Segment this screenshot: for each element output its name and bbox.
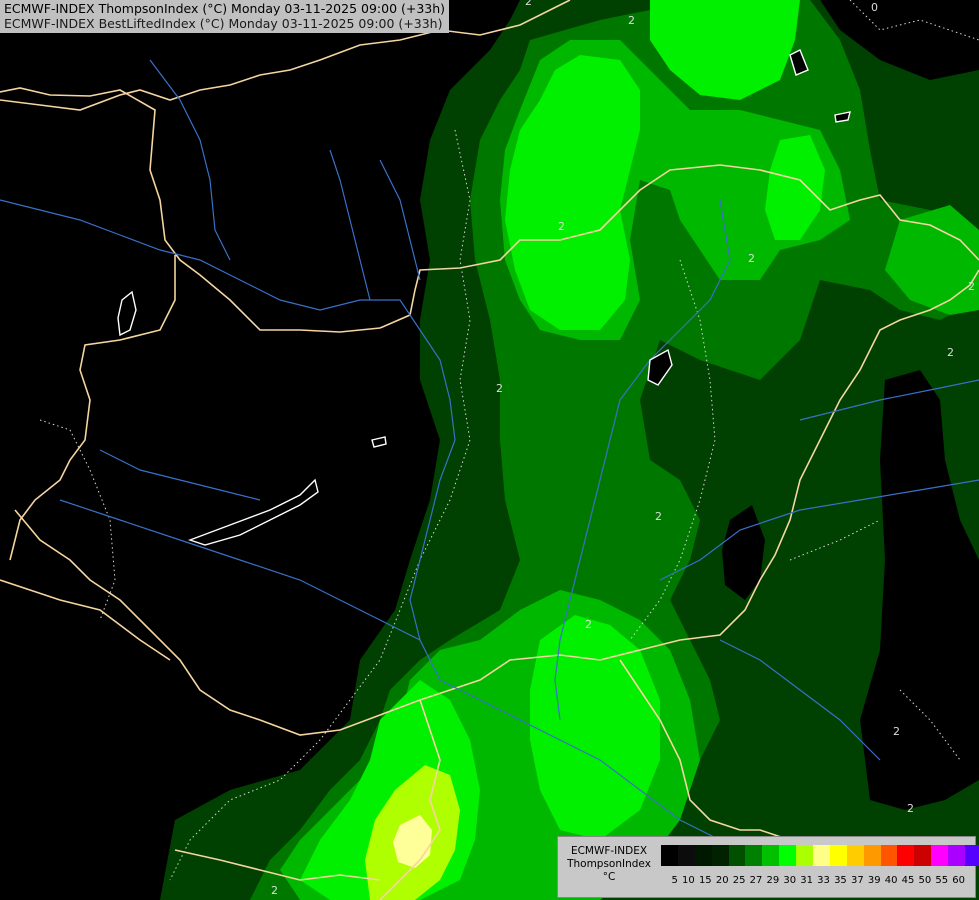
legend-swatch [813, 845, 830, 866]
contour-label: 2 [628, 14, 635, 27]
legend-swatch [880, 845, 898, 866]
legend-tick-label: 33 [817, 875, 830, 886]
contour-label: 0 [871, 1, 878, 14]
legend-unit: °C [602, 871, 616, 883]
legend-swatch [694, 845, 712, 866]
legend-tick-label: 25 [732, 875, 746, 886]
legend-swatch [728, 845, 746, 866]
legend-tick-label: 29 [766, 875, 780, 886]
legend-tick-label: 27 [749, 875, 763, 886]
legend-tick-label: 35 [834, 875, 847, 886]
legend-model: ECMWF-INDEX [570, 845, 648, 857]
map-title-bestlifted: ECMWF-INDEX BestLiftedIndex (°C) Monday … [4, 16, 443, 31]
weather-map: 0 2 2 2 2 2 2 2 2 2 2 2 2 [0, 0, 979, 900]
legend-swatch [762, 845, 780, 866]
legend-swatch [796, 845, 814, 866]
legend-tick-label: 20 [715, 875, 729, 886]
contour-label: 2 [947, 346, 954, 359]
contour-label: 2 [893, 725, 900, 738]
legend-index: ThompsonIndex [567, 858, 651, 870]
contour-label: 2 [907, 802, 914, 815]
contour-label: 2 [525, 0, 532, 8]
legend-swatch [677, 845, 695, 866]
legend-swatch [897, 845, 915, 866]
contour-label: 2 [748, 252, 755, 265]
legend-swatch [779, 845, 797, 866]
legend-swatch [965, 845, 979, 866]
contour-label: 2 [558, 220, 565, 233]
legend-swatch [661, 845, 678, 866]
legend-tick-label: 40 [884, 875, 898, 886]
legend-tick-label: 37 [850, 875, 864, 886]
legend-swatch [914, 845, 932, 866]
legend-tick-label: 5 [671, 875, 678, 886]
contour-label: 2 [496, 382, 503, 395]
legend-swatch [948, 845, 966, 866]
legend-swatch [846, 845, 864, 866]
color-legend: ECMWF-INDEX ThompsonIndex °C 5 10 15 20 25 27… [557, 836, 979, 898]
legend-tick-label: 60 [952, 875, 966, 886]
legend-tick-label: 31 [800, 875, 814, 886]
legend-tick-label: 55 [935, 875, 949, 886]
legend-tick-label: 39 [867, 875, 881, 886]
legend-ticks: 5 10 15 20 25 27 29 30 31 33 35 37 39 40 45 50 55 60 [661, 875, 966, 887]
contour-label: 2 [271, 884, 278, 897]
map-title-box: ECMWF-INDEX ThompsonIndex (°C) Monday 03… [0, 0, 450, 33]
legend-label: ECMWF-INDEX ThompsonIndex °C [562, 845, 656, 884]
legend-tick-label: 45 [901, 875, 915, 886]
map-title-thompson: ECMWF-INDEX ThompsonIndex (°C) Monday 03… [4, 1, 446, 16]
contour-label: 2 [585, 618, 592, 631]
legend-swatches [661, 845, 979, 866]
legend-tick-label: 50 [918, 875, 932, 886]
legend-swatch [745, 845, 763, 866]
legend-tick-label: 10 [682, 875, 695, 886]
legend-swatch [711, 845, 729, 866]
legend-swatch [931, 845, 949, 866]
legend-tick-label: 30 [783, 875, 797, 886]
legend-tick-label: 15 [698, 875, 712, 886]
contour-label: 2 [968, 280, 975, 293]
legend-swatch [863, 845, 881, 866]
legend-swatch [829, 845, 847, 866]
contour-label: 2 [655, 510, 662, 523]
